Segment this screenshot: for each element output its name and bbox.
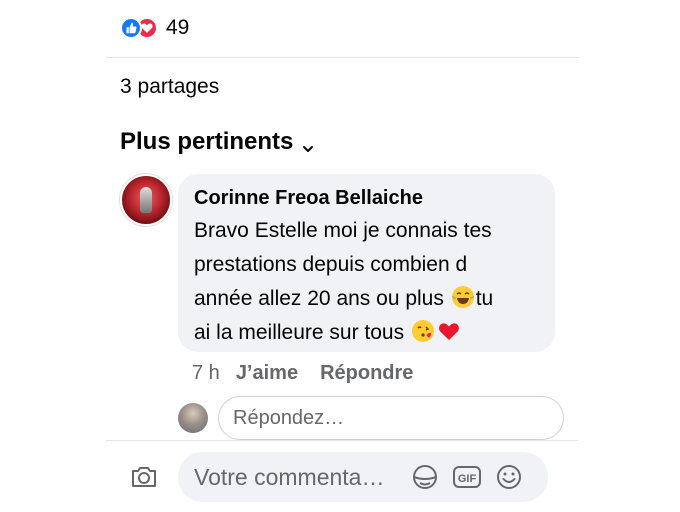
red-heart-emoji <box>437 319 461 343</box>
comment-input[interactable]: Votre commenta… GIF <box>178 452 548 502</box>
like-button[interactable]: J’aime <box>236 362 298 385</box>
avatar[interactable] <box>178 403 208 433</box>
comment-time: 7 h <box>192 362 220 384</box>
comment-sort-dropdown[interactable]: Plus pertinents <box>120 128 315 156</box>
comment-actions: 7 h J’aime Répondre <box>192 362 435 385</box>
reaction-count: 49 <box>166 16 190 39</box>
shares-count[interactable]: 3 partages <box>120 75 219 99</box>
emoji-icon[interactable] <box>494 462 524 492</box>
reply-button[interactable]: Répondre <box>320 362 413 385</box>
kissing-heart-emoji <box>411 319 435 343</box>
reactions-summary[interactable]: 49 <box>120 14 189 42</box>
reply-placeholder: Répondez… <box>233 406 345 429</box>
comment-text: Bravo Estelle moi je connais tes prestat… <box>194 219 494 344</box>
camera-icon[interactable] <box>126 459 162 495</box>
sort-label: Plus pertinents <box>120 128 294 155</box>
reply-row: Répondez… <box>178 396 564 440</box>
chevron-down-icon <box>301 135 315 152</box>
like-icon <box>120 17 142 39</box>
sticker-icon[interactable] <box>410 462 440 492</box>
tears-of-joy-emoji <box>451 285 475 309</box>
comment-bubble: Corinne Freoa Bellaiche Bravo Estelle mo… <box>178 174 555 352</box>
divider <box>106 440 578 441</box>
reaction-icons <box>120 16 162 40</box>
reply-input[interactable]: Répondez… <box>218 396 564 440</box>
avatar[interactable] <box>120 174 172 226</box>
svg-text:GIF: GIF <box>458 473 477 485</box>
comment-author[interactable]: Corinne Freoa Bellaiche <box>194 186 539 210</box>
gif-icon[interactable]: GIF <box>452 462 482 492</box>
microphone-icon <box>140 187 152 213</box>
divider <box>106 57 578 58</box>
comment-composer: Votre commenta… GIF <box>126 452 548 502</box>
comment-placeholder: Votre commenta… <box>194 463 385 490</box>
